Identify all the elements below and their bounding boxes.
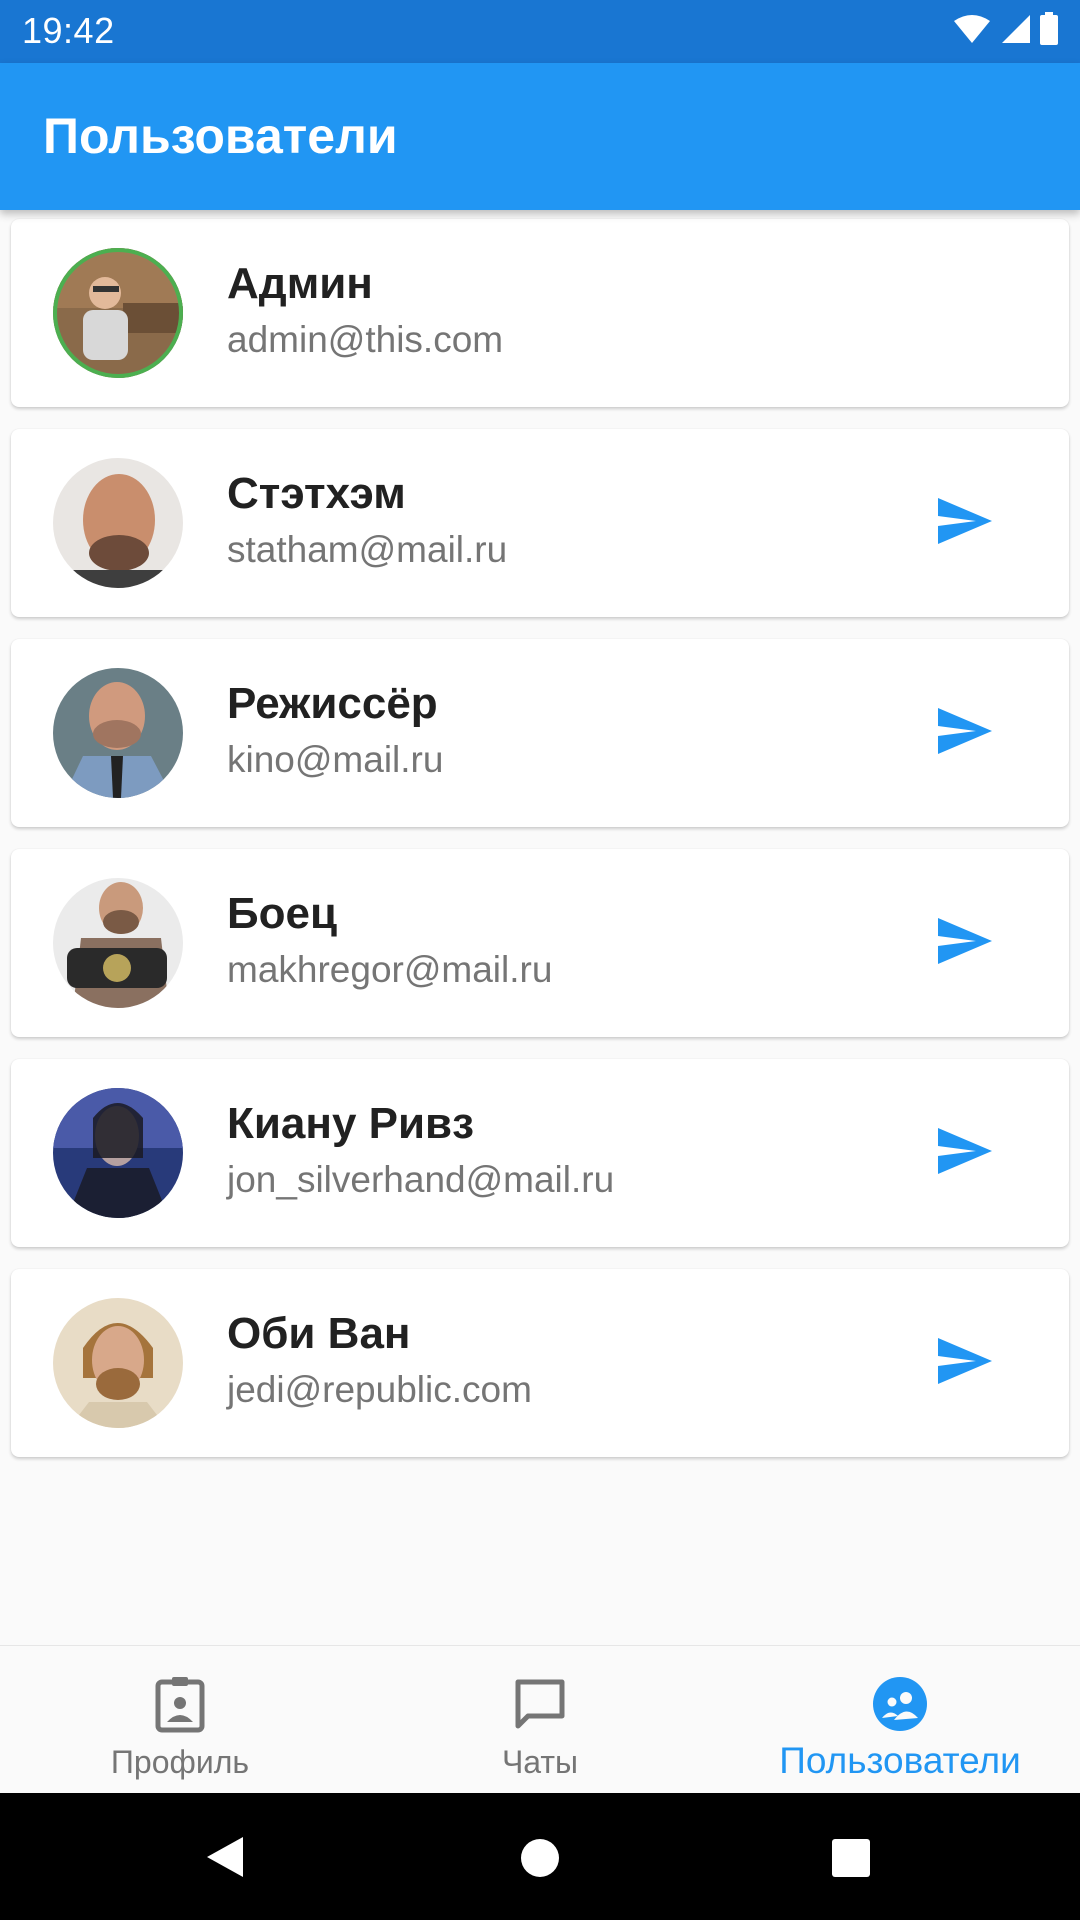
user-email: statham@mail.ru: [227, 529, 508, 570]
user-name: Оби Ван: [227, 1309, 411, 1358]
home-icon[interactable]: [520, 1838, 560, 1883]
send-icon: [936, 706, 994, 761]
send-icon: [936, 1126, 994, 1181]
send-message-button[interactable]: [935, 1125, 995, 1181]
user-card-admin[interactable]: Админ admin@this.com: [11, 219, 1069, 407]
nav-label: Пользователи: [779, 1740, 1021, 1781]
user-avatar: [53, 248, 183, 378]
user-email: kino@mail.ru: [227, 739, 444, 780]
user-avatar: [53, 458, 183, 588]
send-icon: [936, 1336, 994, 1391]
cellular-signal-icon: [998, 13, 1032, 50]
status-icons: [952, 11, 1060, 51]
send-message-button[interactable]: [935, 1335, 995, 1391]
user-email: jon_silverhand@mail.ru: [227, 1159, 615, 1200]
page-title: Пользователи: [43, 108, 398, 164]
user-card-keanu[interactable]: Киану Ривз jon_silverhand@mail.ru: [11, 1059, 1069, 1247]
user-email: admin@this.com: [227, 319, 504, 360]
back-icon[interactable]: [205, 1835, 245, 1884]
nav-label: Чаты: [501, 1744, 579, 1780]
system-navigation-bar: [0, 1793, 1080, 1920]
user-name: Режиссёр: [227, 679, 438, 728]
user-name: Боец: [227, 889, 338, 938]
profile-badge-icon: [150, 1674, 210, 1734]
send-icon: [936, 496, 994, 551]
user-avatar: [53, 668, 183, 798]
send-message-button[interactable]: [935, 705, 995, 761]
chat-bubble-icon: [510, 1674, 570, 1734]
user-email: jedi@republic.com: [227, 1369, 532, 1410]
user-avatar: [53, 1298, 183, 1428]
user-email: makhregor@mail.ru: [227, 949, 553, 990]
app-bar: Пользователи: [0, 63, 1080, 210]
send-message-button[interactable]: [935, 915, 995, 971]
user-card-director[interactable]: Режиссёр kino@mail.ru: [11, 639, 1069, 827]
send-message-button[interactable]: [935, 495, 995, 551]
send-icon: [936, 916, 994, 971]
recents-icon[interactable]: [831, 1838, 871, 1883]
status-time: 19:42: [22, 10, 115, 51]
battery-icon: [1038, 11, 1060, 51]
status-bar: 19:42: [0, 0, 1080, 63]
user-card-fighter[interactable]: Боец makhregor@mail.ru: [11, 849, 1069, 1037]
user-avatar: [53, 878, 183, 1008]
user-name: Админ: [227, 259, 373, 308]
users-group-icon: [870, 1674, 930, 1734]
nav-item-users[interactable]: Пользователи: [720, 1646, 1080, 1794]
bottom-navigation: Профиль Чаты Пользователи: [0, 1645, 1080, 1794]
user-avatar: [53, 1088, 183, 1218]
wifi-icon: [952, 13, 992, 50]
nav-item-profile[interactable]: Профиль: [0, 1646, 360, 1794]
nav-label: Профиль: [110, 1744, 250, 1780]
user-name: Киану Ривз: [227, 1099, 474, 1148]
nav-item-chats[interactable]: Чаты: [360, 1646, 720, 1794]
user-name: Стэтхэм: [227, 469, 406, 518]
user-card-statham[interactable]: Стэтхэм statham@mail.ru: [11, 429, 1069, 617]
user-card-obi-wan[interactable]: Оби Ван jedi@republic.com: [11, 1269, 1069, 1457]
